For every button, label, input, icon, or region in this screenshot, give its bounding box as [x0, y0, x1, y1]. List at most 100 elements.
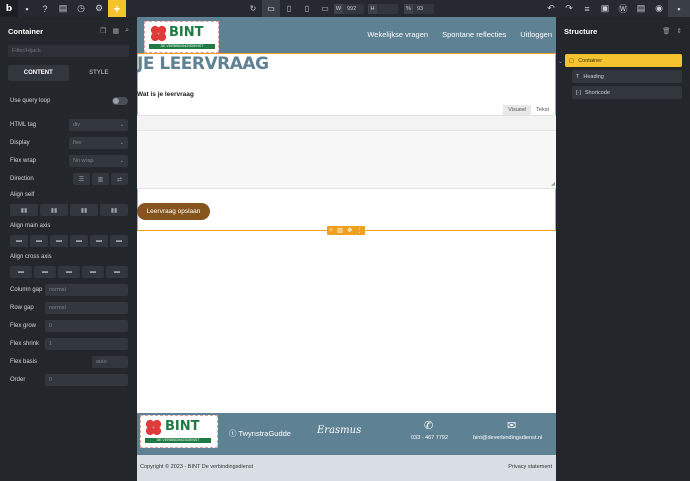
footer-logo-text: BINT: [165, 419, 200, 434]
direction-column-icon[interactable]: ▥: [92, 173, 109, 185]
structure-item-label: Heading: [583, 73, 604, 80]
justify-end-icon[interactable]: ▬: [50, 235, 68, 247]
cross-baseline-icon[interactable]: ▬: [106, 266, 128, 278]
mobile-icon[interactable]: ▯: [298, 0, 316, 17]
site-footer: BINT DE VERBINDINGSDIENST ⓣ TwynstraGudd…: [137, 413, 556, 455]
query-loop-toggle[interactable]: [112, 97, 128, 105]
leervraag-textarea[interactable]: ◢: [137, 115, 556, 189]
duplicate-icon[interactable]: ▥: [337, 227, 343, 234]
justify-around-icon[interactable]: ▬: [90, 235, 108, 247]
align-end-icon[interactable]: ▮▮: [70, 204, 98, 216]
tab-style[interactable]: STYLE: [69, 65, 130, 81]
settings-icon[interactable]: ⚙: [90, 0, 108, 17]
footer-email[interactable]: bint@deverbindingsdienst.nl: [473, 435, 542, 441]
tablet-portrait-icon[interactable]: ▯: [280, 0, 298, 17]
tab-content[interactable]: CONTENT: [8, 65, 69, 81]
list-icon[interactable]: ≡: [578, 0, 596, 17]
align-center-icon[interactable]: ▮▮: [40, 204, 68, 216]
height-input[interactable]: H: [368, 4, 398, 14]
tab-visual[interactable]: Visueel: [503, 105, 532, 115]
direction-row-icon[interactable]: ☰: [73, 173, 90, 185]
zoom-input[interactable]: % 93: [404, 4, 434, 14]
copy-icon[interactable]: ❐: [100, 27, 106, 35]
trash-icon[interactable]: 🗑: [662, 27, 670, 35]
refresh-icon[interactable]: ↻: [244, 0, 262, 17]
direction-reverse-icon[interactable]: ⇄: [111, 173, 128, 185]
privacy-link[interactable]: Privacy statement: [508, 464, 552, 470]
display-select[interactable]: flex ⌄: [69, 137, 128, 149]
nav-weekly-questions[interactable]: Wekelijkse vragen: [367, 30, 428, 39]
use-query-loop-label: Use query loop: [10, 98, 51, 104]
justify-center-icon[interactable]: ▬: [30, 235, 48, 247]
flex-wrap-select[interactable]: No wrap ⌄: [69, 155, 128, 167]
height-key: H: [368, 4, 377, 14]
structure-header: Structure 🗑 ⇕: [556, 17, 690, 45]
paste-icon[interactable]: ▦: [112, 27, 119, 35]
history-icon[interactable]: ◷: [72, 0, 90, 17]
site-nav: Wekelijkse vragen Spontane reflecties Ui…: [367, 30, 552, 39]
builder-logo[interactable]: b: [0, 0, 18, 17]
cross-center-icon[interactable]: ▬: [34, 266, 56, 278]
footer-bottom-bar: Copyright © 2023 - BINT De verbindingsdi…: [137, 455, 556, 481]
dashboard-icon[interactable]: ▣: [596, 0, 614, 17]
erasmus-logo[interactable]: Erasmus: [317, 425, 361, 436]
caret-down-icon[interactable]: ⌄: [558, 58, 563, 65]
footer-logo[interactable]: BINT DE VERBINDINGSDIENST: [140, 415, 218, 448]
undo-icon[interactable]: ↶: [542, 0, 560, 17]
width-value: 992: [347, 6, 357, 12]
justify-between-icon[interactable]: ▬: [70, 235, 88, 247]
order-input[interactable]: 0: [45, 374, 128, 386]
structure-panel: Structure 🗑 ⇕ ⌄ ▢ Container T Heading [·…: [556, 17, 690, 481]
structure-item-container[interactable]: ▢ Container: [565, 54, 682, 67]
redo-icon[interactable]: ↷: [560, 0, 578, 17]
save-leervraag-button[interactable]: Leervraag opslaan: [137, 203, 210, 220]
tab-text[interactable]: Tekst: [531, 105, 554, 115]
site-logo[interactable]: BINT DE VERBINDINGSDIENST: [144, 21, 219, 53]
pages-list-icon[interactable]: ▤: [632, 0, 650, 17]
html-tag-select[interactable]: div ⌄: [69, 119, 128, 131]
panel-title: Container: [8, 26, 44, 36]
chevron-down-icon: ⌄: [119, 140, 124, 146]
save-icon[interactable]: ▪: [668, 0, 690, 17]
structure-item-heading[interactable]: T Heading: [572, 70, 682, 83]
nav-spontaneous-reflections[interactable]: Spontane reflecties: [442, 30, 506, 39]
structure-item-shortcode[interactable]: [·] Shortcode: [572, 86, 682, 99]
help-icon[interactable]: ?: [36, 0, 54, 17]
top-toolbar: b ▪ ? ▤ ◷ ⚙ + ↻ ▭ ▯ ▯ ▭ W 992 H % 93 ↶ ↷…: [0, 0, 690, 17]
tablet-landscape-icon[interactable]: ▭: [316, 0, 334, 17]
bint-flower-icon: [150, 25, 167, 42]
collapse-icon[interactable]: ⇕: [677, 27, 682, 35]
page-icon[interactable]: ▪: [18, 0, 36, 17]
footer-phone[interactable]: 033 - 467 7792: [411, 435, 448, 441]
chevron-down-icon: ⌄: [119, 158, 124, 164]
nav-logout[interactable]: Uitloggen: [520, 30, 552, 39]
column-gap-input[interactable]: normal: [45, 284, 128, 296]
move-icon[interactable]: ✥: [347, 227, 352, 234]
width-input[interactable]: W 992: [334, 4, 364, 14]
align-stretch-icon[interactable]: ▮▮: [100, 204, 128, 216]
more-icon[interactable]: ⋮: [357, 227, 363, 234]
structure-item-label: Container: [578, 57, 603, 64]
justify-evenly-icon[interactable]: ▬: [110, 235, 128, 247]
flex-grow-input[interactable]: 0: [45, 320, 128, 332]
row-gap-input[interactable]: normal: [45, 302, 128, 314]
preview-eye-icon[interactable]: ◉: [650, 0, 668, 17]
flex-shrink-input[interactable]: 1: [45, 338, 128, 350]
add-icon[interactable]: +: [329, 228, 333, 234]
page-heading[interactable]: JE LEERVRAAG: [137, 54, 269, 74]
desktop-icon[interactable]: ▭: [262, 0, 280, 17]
editor-toolbar: [137, 116, 556, 131]
resize-handle-icon[interactable]: ◢: [551, 181, 555, 187]
search-icon[interactable]: ⌕: [125, 27, 129, 35]
cross-stretch-icon[interactable]: ▬: [82, 266, 104, 278]
flex-basis-input[interactable]: auto: [92, 356, 128, 368]
add-element-button[interactable]: +: [108, 0, 126, 17]
wordpress-icon[interactable]: Ⓦ: [614, 0, 632, 17]
cross-end-icon[interactable]: ▬: [58, 266, 80, 278]
pages-icon[interactable]: ▤: [54, 0, 72, 17]
cross-start-icon[interactable]: ▬: [10, 266, 32, 278]
twynstragudde-logo[interactable]: ⓣ TwynstraGudde: [229, 428, 291, 439]
css-class-input[interactable]: Filter/Hijack: [8, 45, 129, 57]
justify-start-icon[interactable]: ▬: [10, 235, 28, 247]
align-start-icon[interactable]: ▮▮: [10, 204, 38, 216]
